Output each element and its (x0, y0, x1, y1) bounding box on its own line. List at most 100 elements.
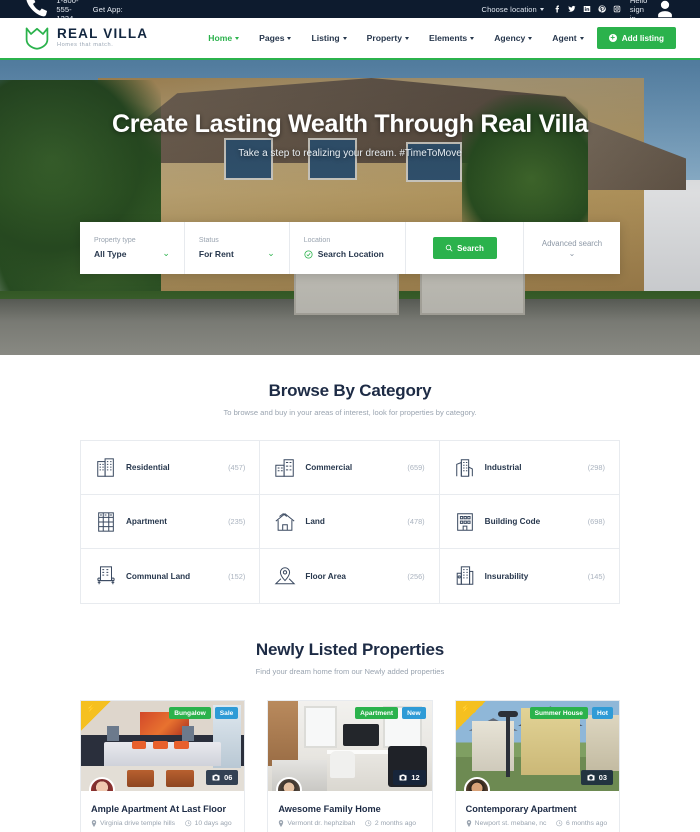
chevron-down-icon (539, 7, 544, 11)
property-time: 10 days ago (185, 820, 232, 827)
featured-ribbon: ⚡ (81, 701, 111, 731)
target-location-icon (304, 249, 313, 259)
twitter-icon[interactable] (568, 5, 576, 13)
property-title[interactable]: Contemporary Apartment (466, 804, 609, 814)
chevron-down-icon (287, 36, 292, 40)
instagram-icon[interactable] (613, 5, 621, 13)
nav-item-home[interactable]: Home (208, 33, 240, 43)
property-card[interactable]: ⚡ Summer House Hot 03 Contemporary Apart… (454, 700, 620, 832)
category-count: (152) (228, 571, 246, 581)
card-badges: Bungalow Sale (169, 707, 239, 719)
category-section-header: Browse By Category To browse and buy in … (80, 381, 620, 417)
nav-label-pages: Pages (259, 33, 285, 43)
floor-area-pin-icon (274, 567, 296, 585)
property-time: 6 months ago (556, 820, 607, 827)
choose-location-label: Choose location (481, 4, 537, 14)
building-code-icon (456, 512, 473, 531)
page-root: 1-800-555-1234 Get App: Choose location (0, 0, 700, 832)
category-item-commercial[interactable]: Commercial (659) (260, 441, 440, 495)
get-app-group: Get App: (93, 5, 131, 14)
chevron-down-icon (528, 36, 533, 40)
land-house-icon (275, 512, 295, 531)
status-badge: Hot (591, 707, 613, 719)
pinterest-icon[interactable] (598, 5, 606, 13)
nav-item-agent[interactable]: Agent (552, 33, 584, 43)
property-type-select[interactable]: Property type All Type ⌄ (80, 222, 185, 274)
property-card[interactable]: Apartment New 12 Awesome Family Home Ver… (267, 700, 433, 832)
facebook-icon[interactable] (553, 5, 561, 13)
photo-count-value: 12 (411, 773, 420, 782)
brand-logo[interactable]: REAL VILLA Homes that match. (24, 26, 148, 50)
browse-by-category-section: Browse By Category To browse and buy in … (0, 381, 700, 604)
card-body: Ample Apartment At Last Floor Virginia d… (81, 791, 244, 832)
card-badges: Apartment New (355, 707, 426, 719)
category-count: (457) (228, 463, 246, 472)
top-bar: 1-800-555-1234 Get App: Choose location (0, 0, 700, 23)
category-count: (698) (587, 517, 605, 526)
category-item-communal-land[interactable]: Communal Land (152) (81, 549, 261, 603)
location-input[interactable]: Location Search Location (290, 222, 406, 274)
chevron-double-down-icon: ⌄ (568, 248, 576, 258)
hero-content: Create Lasting Wealth Through Real Villa… (0, 60, 700, 159)
category-item-building-code[interactable]: Building Code (698) (439, 495, 619, 549)
category-grid: Residential (457) Commercial (659) Indus… (80, 440, 620, 604)
advanced-search-label: Advanced search (541, 238, 603, 248)
villa-logo-icon (25, 27, 49, 50)
advanced-search-toggle[interactable]: Advanced search ⌄ (524, 222, 620, 274)
properties-section-header: Newly Listed Properties Find your dream … (80, 640, 620, 676)
category-item-insurability[interactable]: Insurability (145) (440, 549, 619, 603)
apartment-building-icon (98, 511, 114, 532)
photo-count-badge: 06 (206, 770, 239, 785)
category-item-apartment[interactable]: Apartment (235) (81, 495, 261, 549)
category-label: Land (305, 517, 325, 526)
nav-item-pages[interactable]: Pages (259, 33, 292, 43)
category-count: (235) (228, 517, 246, 526)
status-select[interactable]: Status For Rent ⌄ (185, 222, 290, 274)
property-location-text: Virginia drive temple hills (100, 820, 176, 827)
camera-icon (212, 774, 220, 781)
property-type-value: All Type (94, 249, 127, 259)
clock-icon (185, 820, 192, 827)
plus-icon: + (608, 33, 617, 42)
nav-item-listing[interactable]: Listing (311, 33, 347, 43)
property-title[interactable]: Awesome Family Home (278, 804, 421, 814)
status-badge: Summer House (529, 707, 588, 719)
add-listing-button[interactable]: + Add listing (596, 27, 676, 49)
category-item-land[interactable]: Land (478) (260, 495, 440, 549)
search-icon (445, 244, 453, 252)
property-time-text: 2 months ago (374, 820, 417, 827)
commercial-building-icon (275, 458, 295, 477)
category-label: Insurability (484, 571, 529, 581)
map-pin-icon (279, 820, 284, 827)
status-value: For Rent (198, 249, 234, 259)
properties-section-title: Newly Listed Properties (255, 640, 445, 659)
property-title[interactable]: Ample Apartment At Last Floor (91, 804, 234, 814)
nav-item-elements[interactable]: Elements (429, 33, 475, 43)
card-body: Awesome Family Home Vermont dr. hephziba… (268, 791, 431, 832)
camera-icon (399, 774, 407, 781)
card-body: Contemporary Apartment Newport st. meban… (456, 791, 619, 832)
category-item-residential[interactable]: Residential (457) (81, 441, 261, 495)
location-label: Location (303, 237, 331, 244)
search-button[interactable]: Search (432, 237, 497, 259)
photo-count-value: 03 (598, 773, 607, 782)
category-label: Communal Land (126, 571, 191, 581)
choose-location-dropdown[interactable]: Choose location (482, 5, 544, 14)
chevron-down-icon (235, 36, 240, 40)
camera-icon (587, 774, 595, 781)
lightning-bolt-icon: ⚡ (460, 704, 471, 713)
category-item-industrial[interactable]: Industrial (298) (439, 441, 619, 495)
card-media: Apartment New 12 (268, 701, 432, 791)
nav-item-agency[interactable]: Agency (494, 33, 533, 43)
linkedin-icon[interactable] (583, 5, 591, 13)
category-label: Commercial (305, 463, 353, 472)
map-pin-icon (91, 820, 97, 827)
nav-menu: Home Pages Listing Property Elements Age… (208, 33, 584, 43)
property-location: Newport st. mebane, nc (466, 820, 546, 827)
property-time: 2 months ago (365, 820, 416, 827)
property-card[interactable]: ⚡ Bungalow Sale 06 Ample Apartment At La… (80, 700, 246, 832)
brand-name: REAL VILLA (57, 26, 149, 42)
category-item-floor-area[interactable]: Floor Area (256) (260, 549, 440, 603)
nav-item-property[interactable]: Property (367, 33, 409, 43)
search-button-wrap: Search (406, 222, 524, 274)
